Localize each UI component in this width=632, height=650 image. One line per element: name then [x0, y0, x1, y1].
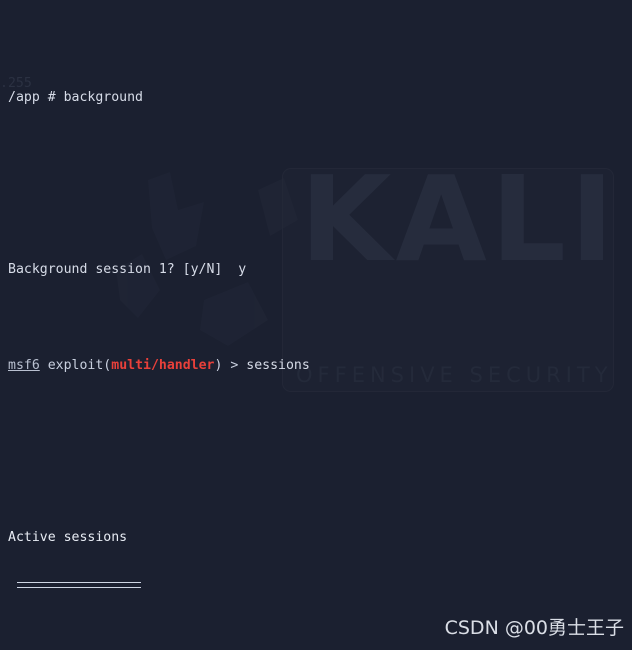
heading-active-sessions-1: Active sessions — [8, 528, 632, 547]
csdn-watermark: CSDN @00勇士王子 — [444, 616, 624, 639]
prompt-arrow: > — [222, 357, 247, 373]
line-path-prompt: /app # background — [8, 88, 632, 107]
active-sessions-label-1: Active sessions — [8, 529, 128, 545]
command-sessions-1: sessions — [246, 357, 310, 373]
line-prompt-sessions-1: msf6 exploit(multi/handler) > sessions — [8, 356, 632, 375]
terminal-screen: /app # background Background session 1? … — [0, 0, 632, 650]
background-question-text: Background session 1? [y/N] y — [8, 262, 247, 278]
prompt-module: multi/handler — [111, 357, 215, 373]
line-background-question: Background session 1? [y/N] y — [8, 260, 632, 279]
path-prompt: /app # — [8, 90, 64, 106]
prompt-module-prefix: exploit( — [47, 357, 112, 373]
prompt-user: msf6 — [8, 357, 40, 373]
terminal-window[interactable]: KALI OFFENSIVE SECURITY .255 /app # back… — [0, 0, 632, 650]
active-sessions-underline-1 — [17, 581, 141, 588]
command-background: background — [63, 90, 143, 106]
